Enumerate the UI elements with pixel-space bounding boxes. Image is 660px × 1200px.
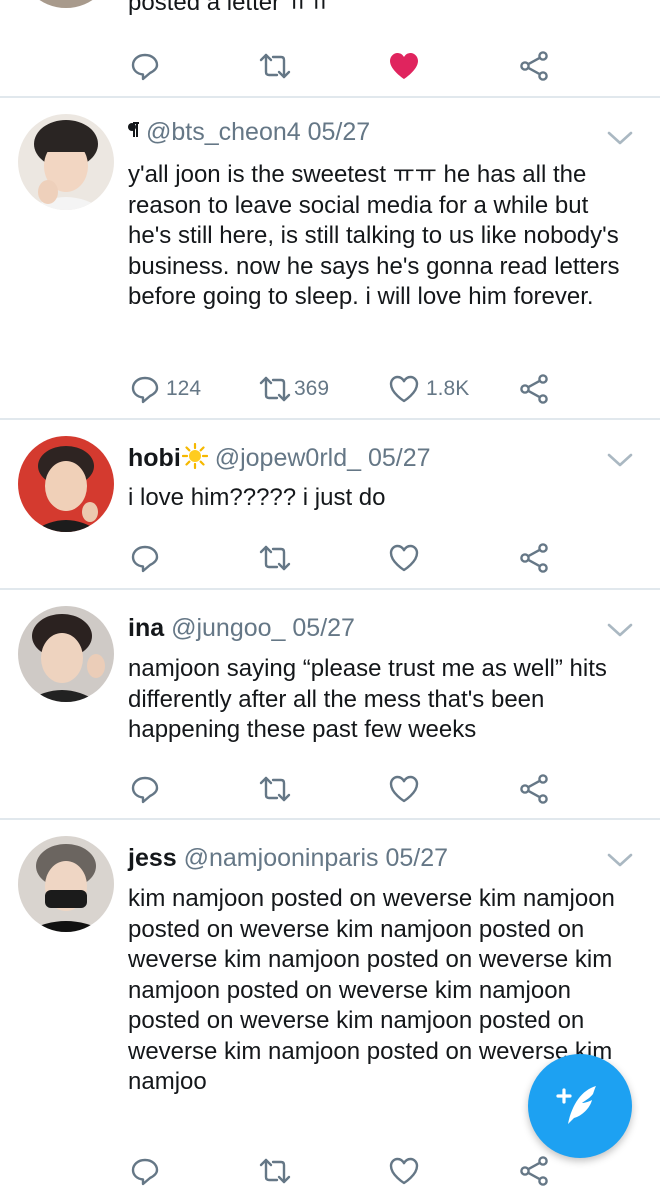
heart-icon xyxy=(389,375,419,403)
tweet-actions xyxy=(0,46,660,86)
tweet[interactable]: hobi @jopew0rld_ 05/27 i love him????? i… xyxy=(0,420,660,588)
like-button[interactable]: 1.8K xyxy=(388,369,469,409)
retweet-icon xyxy=(259,1158,291,1184)
reply-icon xyxy=(131,376,159,404)
tweet-actions xyxy=(0,1151,660,1191)
tweet-text: i love him????? i just do xyxy=(128,484,386,511)
retweet-icon xyxy=(259,776,291,802)
like-button[interactable] xyxy=(388,769,420,809)
share-button[interactable] xyxy=(518,538,550,578)
user-display-name[interactable]: jess xyxy=(128,844,177,872)
share-icon xyxy=(520,51,548,81)
tweet-actions xyxy=(0,769,660,809)
tweet-text: y'all joon is the sweetest ㅠㅠ he has all… xyxy=(128,161,620,310)
like-button[interactable] xyxy=(388,538,420,578)
compose-tweet-button[interactable] xyxy=(528,1054,632,1158)
timeline-feed[interactable]: posted a letter ㅠㅠ @bts_cheon4 05/27 y'a… xyxy=(0,0,660,1200)
reply-icon xyxy=(131,53,159,81)
retweet-button[interactable] xyxy=(258,769,292,809)
tweet-header: @bts_cheon4 05/27 xyxy=(128,116,370,148)
share-icon xyxy=(520,1156,548,1186)
tweet-actions xyxy=(0,538,660,578)
heart-filled-icon xyxy=(390,53,418,79)
tweet-date: 05/27 xyxy=(307,118,371,146)
reply-icon xyxy=(131,1158,159,1186)
user-display-name[interactable]: ina xyxy=(128,614,164,642)
user-display-name[interactable]: hobi xyxy=(128,444,181,472)
retweet-button[interactable] xyxy=(258,46,292,86)
like-button[interactable] xyxy=(388,46,420,86)
chevron-down-icon[interactable] xyxy=(606,620,634,640)
tweet-date: 05/27 xyxy=(292,614,355,642)
tweet-date: 05/27 xyxy=(367,444,431,472)
reply-button[interactable]: 124 xyxy=(130,369,201,409)
chevron-down-icon[interactable] xyxy=(606,128,634,148)
avatar[interactable] xyxy=(18,606,114,702)
share-icon xyxy=(520,374,548,404)
like-button[interactable] xyxy=(388,1151,420,1191)
tweet-header: jess @namjooninparis 05/27 xyxy=(128,842,448,874)
avatar[interactable] xyxy=(18,0,114,8)
share-icon xyxy=(520,774,548,804)
avatar[interactable] xyxy=(18,836,114,932)
reply-count: 124 xyxy=(166,377,202,400)
reply-icon xyxy=(131,545,159,573)
avatar[interactable] xyxy=(18,436,114,532)
user-handle[interactable]: @jungoo_ xyxy=(171,614,285,642)
user-handle[interactable]: @namjooninparis xyxy=(184,844,379,872)
tweet-header: ina @jungoo_ 05/27 xyxy=(128,612,355,644)
like-count: 1.8K xyxy=(426,377,470,400)
reply-button[interactable] xyxy=(130,769,160,809)
retweet-icon xyxy=(259,53,291,79)
heart-icon xyxy=(389,1157,419,1185)
retweet-button[interactable] xyxy=(258,538,292,578)
user-handle[interactable]: @jopew0rld_ xyxy=(215,444,361,472)
tweet-actions: 124 369 1.8K xyxy=(0,369,660,409)
share-button[interactable] xyxy=(518,369,550,409)
tweet[interactable]: @bts_cheon4 05/27 y'all joon is the swee… xyxy=(0,98,660,418)
tweet-text: posted a letter ㅠㅠ xyxy=(128,0,331,16)
share-icon xyxy=(520,543,548,573)
retweet-count: 369 xyxy=(294,377,330,400)
share-button[interactable] xyxy=(518,1151,550,1191)
compose-feather-icon xyxy=(556,1086,596,1124)
retweet-icon xyxy=(259,545,291,571)
retweet-button[interactable]: 369 xyxy=(258,369,329,409)
reply-button[interactable] xyxy=(130,46,160,86)
user-handle[interactable]: @bts_cheon4 xyxy=(146,118,301,146)
reply-button[interactable] xyxy=(130,1151,160,1191)
tweet-partial-top[interactable]: posted a letter ㅠㅠ xyxy=(0,0,660,96)
pilcrow-icon xyxy=(128,122,139,137)
sun-emoji-icon xyxy=(181,443,208,469)
tweet-text: namjoon saying “please trust me as well”… xyxy=(128,655,607,743)
tweet[interactable]: ina @jungoo_ 05/27 namjoon saying “pleas… xyxy=(0,590,660,818)
share-button[interactable] xyxy=(518,46,550,86)
share-button[interactable] xyxy=(518,769,550,809)
heart-icon xyxy=(389,544,419,572)
heart-icon xyxy=(389,775,419,803)
retweet-icon xyxy=(259,376,291,402)
avatar[interactable] xyxy=(18,114,114,210)
chevron-down-icon[interactable] xyxy=(606,450,634,470)
tweet-header: hobi @jopew0rld_ 05/27 xyxy=(128,442,431,474)
retweet-button[interactable] xyxy=(258,1151,292,1191)
reply-button[interactable] xyxy=(130,538,160,578)
tweet-date: 05/27 xyxy=(385,844,449,872)
reply-icon xyxy=(131,776,159,804)
chevron-down-icon[interactable] xyxy=(606,850,634,870)
